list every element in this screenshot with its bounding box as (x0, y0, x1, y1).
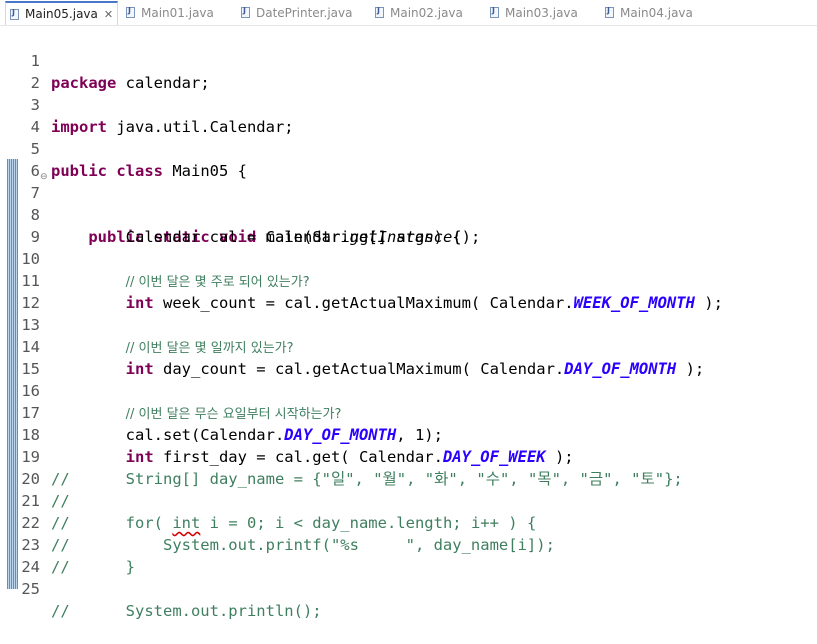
tab-label: Main01.java (141, 5, 214, 20)
tab-main02[interactable]: J Main02.java (375, 2, 463, 23)
code-line: 15 (0, 336, 817, 378)
code-comment: // System.out.println(); (51, 602, 322, 620)
code-line: 22 // System.out.printf("%s ", day_name[… (0, 490, 817, 554)
code-line: 9 (0, 204, 817, 246)
code-line: 19 // String[] day_name = {"일", "월", "화"… (0, 424, 817, 488)
java-file-icon: J (605, 6, 614, 18)
code-line: 7 ⊖ public static void main(String[] arg… (0, 160, 817, 246)
tab-dateprinter[interactable]: J DatePrinter.java (241, 2, 352, 23)
close-icon[interactable]: ✕ (104, 8, 113, 21)
code-line: 14 int day_count = cal.getActualMaximum(… (0, 314, 817, 378)
java-file-icon: J (126, 6, 135, 18)
code-line: 13 // 이번 달은 몇 일까지 있는가? (0, 292, 817, 356)
code-line: 12 (0, 270, 817, 312)
tab-label: Main05.java (25, 7, 98, 21)
code-line: 10 // 이번 달은 몇 주로 되어 있는가? (0, 226, 817, 290)
code-line: 3 import java.util.Calendar; (0, 72, 817, 136)
java-file-icon: J (375, 6, 384, 18)
tab-label: Main03.java (505, 5, 578, 20)
code-line: 2 (0, 50, 817, 92)
tab-main03[interactable]: J Main03.java (490, 2, 578, 23)
code-line: 1 package calendar; (0, 28, 817, 92)
code-line: 6 (0, 138, 817, 180)
tab-label: DatePrinter.java (256, 5, 353, 20)
code-line: 24 (0, 534, 817, 576)
tab-main05[interactable]: J Main05.java ✕ (5, 1, 119, 25)
tab-main01[interactable]: J Main01.java (126, 2, 214, 23)
code-line: 5 public class Main05 { (0, 116, 817, 180)
code-line: 4 (0, 94, 817, 136)
code-line: 8 Calendar cal = Calendar.getInstance(); (0, 182, 817, 246)
code-line: 17 cal.set(Calendar.DAY_OF_MONTH, 1); (0, 380, 817, 444)
tab-main04[interactable]: J Main04.java (605, 2, 693, 23)
code-line: 25 // System.out.println(); (0, 556, 817, 620)
code-line: 11 int week_count = cal.getActualMaximum… (0, 248, 817, 312)
editor-tab-bar: J Main05.java ✕ J Main01.java J DatePrin… (0, 0, 817, 26)
code-line: 20 // (0, 446, 817, 510)
tab-label: Main04.java (620, 5, 693, 20)
java-file-icon: J (490, 6, 499, 18)
tab-label: Main02.java (390, 5, 463, 20)
java-file-icon: J (241, 6, 250, 18)
line-number: 25 (21, 580, 40, 598)
code-line: 18 int first_day = cal.get( Calendar.DAY… (0, 402, 817, 466)
code-line: 21 // for( int i = 0; i < day_name.lengt… (0, 468, 817, 532)
code-editor[interactable]: 1 package calendar; 2 3 import java.util… (0, 26, 817, 620)
java-file-icon: J (10, 8, 19, 20)
code-line: 16 // 이번 달은 무슨 요일부터 시작하는가? (0, 358, 817, 422)
code-line: 23 // } (0, 512, 817, 576)
